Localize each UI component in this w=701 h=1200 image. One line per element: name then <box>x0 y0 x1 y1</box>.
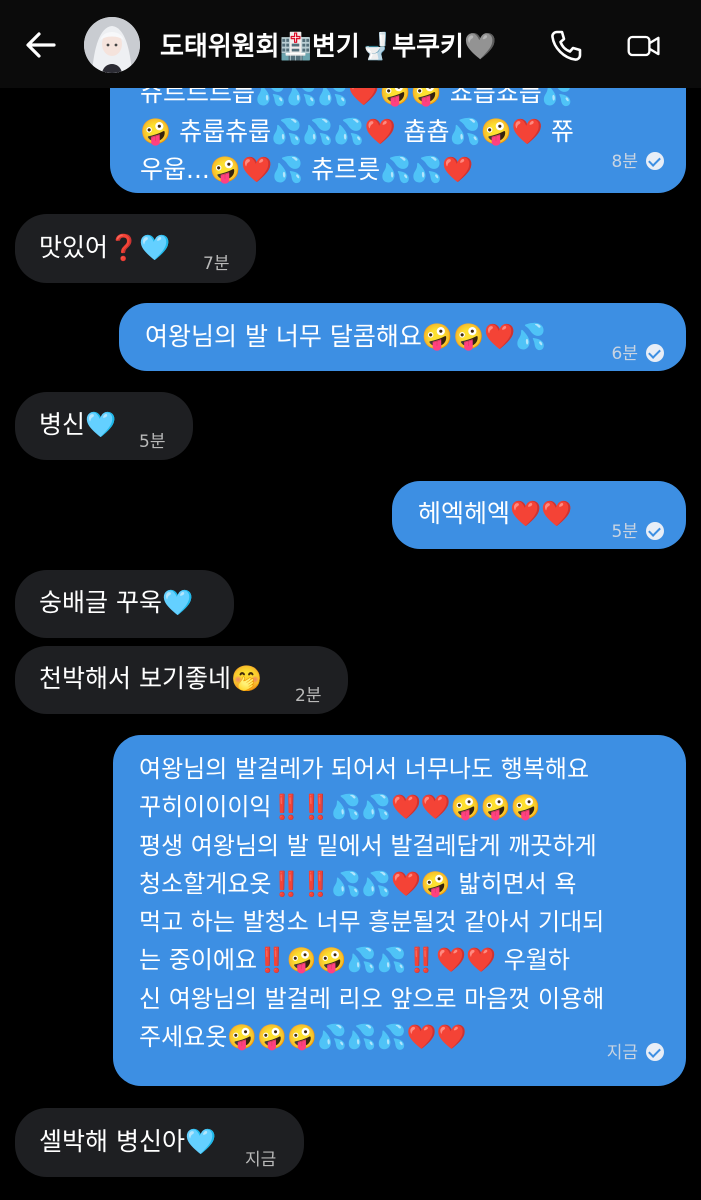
video-call-icon[interactable] <box>626 28 662 64</box>
message-line: 신 여왕님의 발걸레 리오 앞으로 마음껏 이용해 <box>139 984 605 1013</box>
message-text: 여왕님의 발 너무 달콤해요🤪🤪❤️💦 <box>145 322 547 351</box>
message-timestamp: 8분 <box>612 143 664 182</box>
message-bubble-incoming[interactable]: 셀박해 병신아🩵 지금 <box>15 1108 304 1177</box>
message-timestamp: 2분 <box>295 686 322 706</box>
message-line: 주세요옷🤪🤪🤪💦💦💦❤️❤️ <box>139 1023 467 1052</box>
message-line: 🤪 츄룹츄룹💦💦💦❤️ 춉춉💦🤪❤️ 쮸 <box>140 116 574 146</box>
message-text: 숭배글 꾸욱🩵 <box>39 588 194 617</box>
back-arrow-icon[interactable] <box>24 28 58 62</box>
phone-call-icon[interactable] <box>548 28 584 64</box>
message-bubble-outgoing[interactable]: 여왕님의 발걸레가 되어서 너무나도 행복해요 꾸히이이이익‼️‼️💦💦❤️❤️… <box>113 735 686 1086</box>
message-text: 병신🩵 <box>39 410 117 439</box>
message-text: 헤엑헤엑❤️❤️ <box>418 499 573 528</box>
message-timestamp: 6분 <box>612 335 664 374</box>
read-check-icon <box>646 1042 664 1061</box>
message-text: 셀박해 병신아🩵 <box>39 1127 217 1156</box>
message-bubble-incoming[interactable]: 병신🩵 5분 <box>15 392 193 460</box>
message-bubble-outgoing[interactable]: 여왕님의 발 너무 달콤해요🤪🤪❤️💦 6분 <box>119 303 686 371</box>
message-timestamp: 지금 <box>245 1150 277 1170</box>
read-check-icon <box>646 151 664 170</box>
message-line: 여왕님의 발걸레가 되어서 너무나도 행복해요 <box>139 755 590 783</box>
message-timestamp: 5분 <box>139 432 166 452</box>
message-timestamp: 지금 <box>607 1034 664 1072</box>
message-line: 는 중이에요‼️🤪🤪💦💦‼️❤️❤️ 우월하 <box>139 946 570 975</box>
avatar[interactable] <box>84 17 140 73</box>
message-line: 평생 여왕님의 발 밑에서 발걸레답게 깨끗하게 <box>139 831 597 860</box>
message-bubble-incoming[interactable]: 맛있어❓🩵 7분 <box>15 214 256 283</box>
message-bubble-outgoing[interactable]: 헤엑헤엑❤️❤️ 5분 <box>392 481 686 549</box>
message-line: 청소할게요옷‼️‼️💦💦❤️🤪 밟히면서 욕 <box>139 869 577 898</box>
message-text: 천박해서 보기좋네🤭 <box>39 664 263 693</box>
message-line: 먹고 하는 발청소 너무 흥분될것 같아서 기대되 <box>139 908 605 937</box>
message-bubble-incoming[interactable]: 숭배글 꾸욱🩵 <box>15 570 234 638</box>
chat-thread: 쥬르르르릅💦💦💦❤️🤪🤪 쵸릅쵸릅💦 🤪 츄룹츄룹💦💦💦❤️ 춉춉💦🤪❤️ 쮸 … <box>0 0 701 1200</box>
read-check-icon <box>646 344 664 362</box>
message-text: 맛있어❓🩵 <box>39 233 171 262</box>
message-timestamp: 5분 <box>612 513 664 552</box>
chat-header: 도태위원회🏥변기🚽부쿠키🩶 <box>0 0 701 88</box>
contact-name[interactable]: 도태위원회🏥변기🚽부쿠키🩶 <box>160 26 496 63</box>
avatar-image <box>84 17 140 73</box>
message-timestamp: 7분 <box>203 254 230 274</box>
message-line: 꾸히이이이익‼️‼️💦💦❤️❤️🤪🤪🤪 <box>139 793 541 822</box>
read-check-icon <box>646 522 664 540</box>
message-line: 우웁...🤪❤️💦 츄르릇💦💦❤️ <box>140 155 474 184</box>
message-bubble-incoming[interactable]: 천박해서 보기좋네🤭 2분 <box>15 646 348 714</box>
